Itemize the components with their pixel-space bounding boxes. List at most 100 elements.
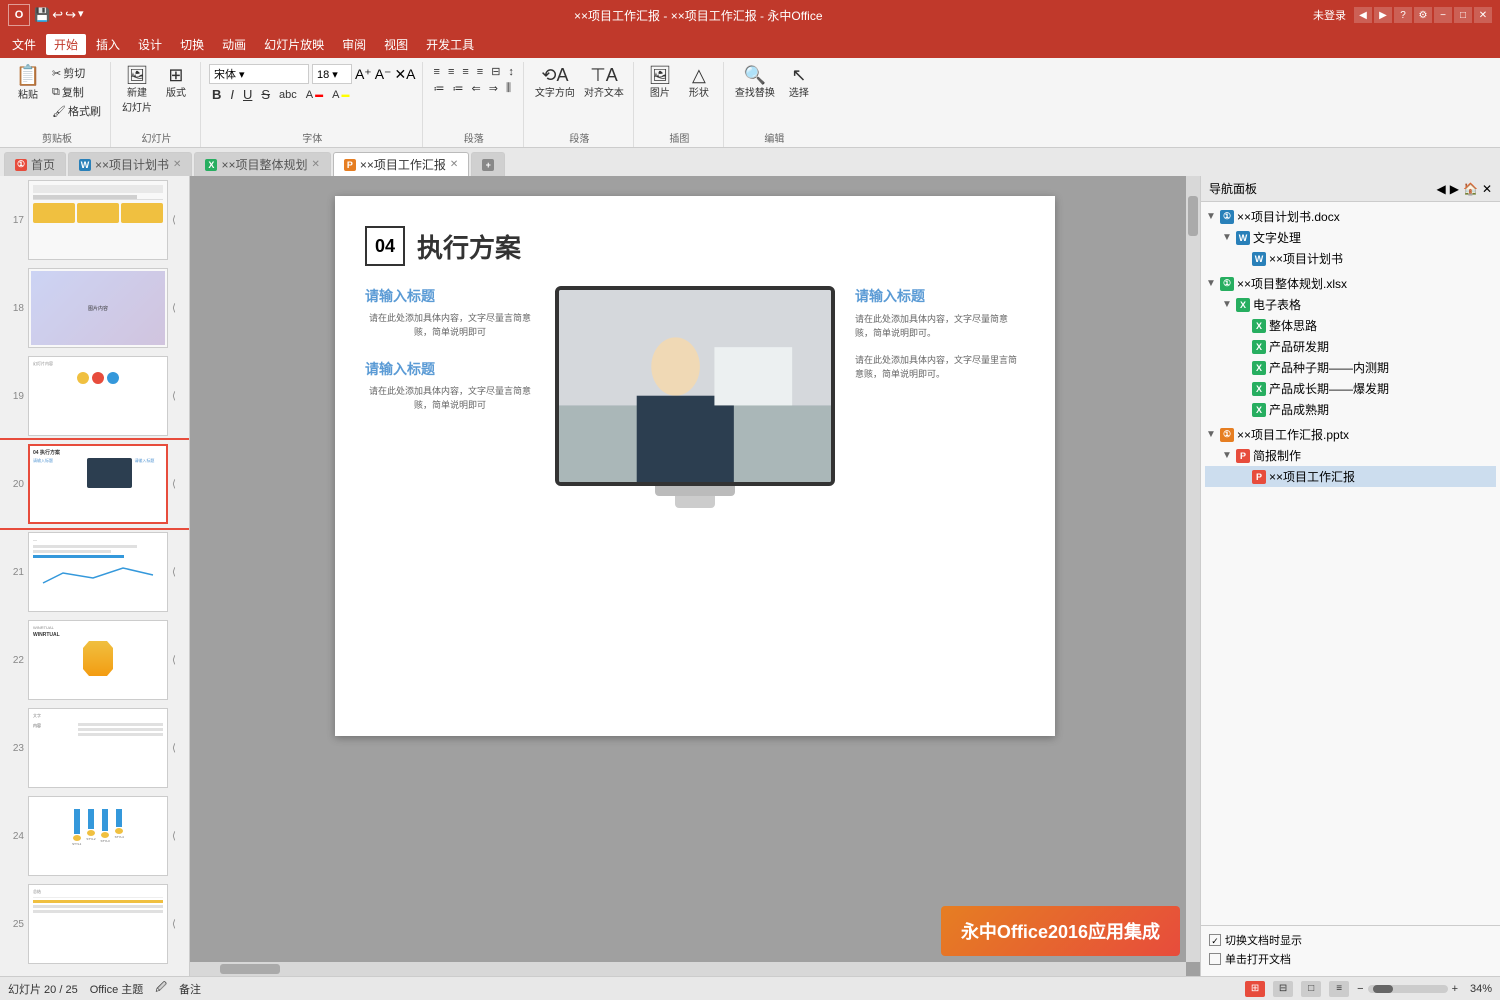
footer-item-2[interactable]: 单击打开文档 (1209, 951, 1492, 967)
tree-item-spreadsheet[interactable]: ▼ X 电子表格 (1205, 294, 1496, 315)
slide-item-17[interactable]: 17 ⟨ (0, 176, 189, 264)
tree-item-presentation[interactable]: ▼ P 简报制作 (1205, 445, 1496, 466)
menu-slideshow[interactable]: 幻灯片放映 (256, 34, 332, 55)
underline-button[interactable]: U (240, 86, 255, 103)
view-grid-btn[interactable]: ⊟ (1273, 981, 1293, 997)
tab-planning[interactable]: W ××项目计划书 ✕ (68, 152, 192, 176)
slide-item-20[interactable]: 20 04 执行方案 请输入标题 请输入标题 ⟨ (0, 440, 189, 528)
expand-docx[interactable]: ▼ (1205, 211, 1217, 222)
annotation-label[interactable]: 备注 (179, 981, 201, 997)
view-normal-btn[interactable]: ⊞ (1245, 981, 1265, 997)
menu-insert[interactable]: 插入 (88, 34, 128, 55)
slide-item-18[interactable]: 18 图片内容 ⟨ (0, 264, 189, 352)
tree-item-docx[interactable]: ▼ ① ××项目计划书.docx (1205, 206, 1496, 227)
tree-item-report[interactable]: P ××项目工作汇报 (1205, 466, 1496, 487)
zoom-out-btn[interactable]: − (1357, 983, 1363, 995)
menu-file[interactable]: 文件 (4, 34, 44, 55)
tree-item-growth[interactable]: X 产品成长期——爆发期 (1205, 378, 1496, 399)
tab-new[interactable]: + (471, 152, 505, 176)
bullet-list[interactable]: ≔ (431, 81, 448, 96)
cut-button[interactable]: ✂剪切 (49, 64, 104, 82)
text-shadow[interactable]: abc (276, 88, 300, 102)
justify[interactable]: ≡ (474, 64, 486, 79)
menu-view[interactable]: 视图 (376, 34, 416, 55)
columns[interactable]: ⫼ (503, 81, 514, 96)
v-scroll-thumb[interactable] (1188, 196, 1198, 236)
menu-developer[interactable]: 开发工具 (418, 34, 482, 55)
menu-design[interactable]: 设计 (130, 34, 170, 55)
align-cols[interactable]: ⊟ (488, 64, 503, 79)
expand-17[interactable]: ⟨ (172, 215, 176, 226)
slide-item-19[interactable]: 19 幻灯片内容 ⟨ (0, 352, 189, 440)
tree-item-xlsx[interactable]: ▼ ① ××项目整体规划.xlsx (1205, 273, 1496, 294)
font-size-increase[interactable]: A⁺ (355, 66, 372, 83)
login-status[interactable]: 未登录 (1313, 7, 1346, 23)
nav-home[interactable]: 🏠 (1463, 182, 1478, 196)
view-reading-btn[interactable]: ≡ (1329, 981, 1349, 997)
font-name-selector[interactable]: 宋体 ▾ (209, 64, 309, 84)
qa-save[interactable]: 💾 (34, 7, 50, 23)
expand-25[interactable]: ⟨ (172, 919, 176, 930)
tab-home[interactable]: ① 首页 (4, 152, 66, 176)
find-replace-button[interactable]: 🔍 查找替换 (732, 64, 778, 101)
horizontal-scrollbar[interactable] (190, 962, 1186, 976)
picture-button[interactable]: 🖼 图片 (642, 64, 678, 101)
tree-item-plan-doc[interactable]: W ××项目计划书 (1205, 248, 1496, 269)
increase-indent[interactable]: ⇒ (486, 81, 501, 96)
copy-button[interactable]: ⧉复制 (49, 83, 104, 101)
tree-item-pptx[interactable]: ▼ ① ××项目工作汇报.pptx (1205, 424, 1496, 445)
font-size-selector[interactable]: 18 ▾ (312, 64, 352, 84)
slide-item-25[interactable]: 25 总结 ⟨ (0, 880, 189, 968)
slide-item-23[interactable]: 23 文字 内容 ⟨ (0, 704, 189, 792)
qa-redo[interactable]: ↪ (65, 7, 76, 23)
expand-18[interactable]: ⟨ (172, 303, 176, 314)
expand-pptx[interactable]: ▼ (1205, 429, 1217, 440)
format-painter-button[interactable]: 🖌格式刷 (49, 102, 104, 120)
tab-close-report[interactable]: ✕ (450, 159, 458, 170)
view-single-btn[interactable]: □ (1301, 981, 1321, 997)
tab-overall[interactable]: X ××项目整体规划 ✕ (194, 152, 330, 176)
tree-item-seed[interactable]: X 产品种子期——内测期 (1205, 357, 1496, 378)
clear-format[interactable]: ✕A (394, 66, 415, 83)
slide-item-21[interactable]: 21 — ⟨ (0, 528, 189, 616)
menu-review[interactable]: 审阅 (334, 34, 374, 55)
align-center[interactable]: ≡ (445, 64, 457, 79)
shape-button[interactable]: △ 形状 (681, 64, 717, 101)
zoom-in-btn[interactable]: + (1452, 983, 1458, 995)
menu-transition[interactable]: 切换 (172, 34, 212, 55)
tree-item-rnd[interactable]: X 产品研发期 (1205, 336, 1496, 357)
tab-close-planning[interactable]: ✕ (173, 159, 181, 170)
slide-item-22[interactable]: 22 WINRTUAL WINRTUAL ⟨ (0, 616, 189, 704)
expand-20[interactable]: ⟨ (172, 479, 176, 490)
minimize-btn[interactable]: − (1434, 7, 1452, 23)
close-btn[interactable]: ✕ (1474, 7, 1492, 23)
text-direction-button[interactable]: ⟲A 文字方向 (532, 64, 578, 101)
help-icon[interactable]: ? (1394, 7, 1412, 23)
expand-spreadsheet[interactable]: ▼ (1221, 299, 1233, 310)
strikethrough-button[interactable]: S (258, 86, 273, 103)
expand-21[interactable]: ⟨ (172, 567, 176, 578)
menu-home[interactable]: 开始 (46, 34, 86, 55)
expand-xlsx[interactable]: ▼ (1205, 278, 1217, 289)
vertical-scrollbar[interactable] (1186, 176, 1200, 962)
line-spacing[interactable]: ↕ (505, 64, 517, 79)
tree-item-mature[interactable]: X 产品成熟期 (1205, 399, 1496, 420)
settings-icon[interactable]: ⚙ (1414, 7, 1432, 23)
tab-report[interactable]: P ××项目工作汇报 ✕ (333, 152, 469, 176)
expand-23[interactable]: ⟨ (172, 743, 176, 754)
expand-word[interactable]: ▼ (1221, 232, 1233, 243)
menu-animation[interactable]: 动画 (214, 34, 254, 55)
slide-item-24[interactable]: 24 STYL1 STYL2 (0, 792, 189, 880)
paste-button[interactable]: 📋 粘贴 (10, 64, 46, 103)
font-color-button[interactable]: A▬ (303, 88, 326, 102)
expand-24[interactable]: ⟨ (172, 831, 176, 842)
decrease-indent[interactable]: ⇐ (469, 81, 484, 96)
align-left[interactable]: ≡ (431, 64, 443, 79)
numbered-list[interactable]: ≔ (450, 81, 467, 96)
highlight-button[interactable]: A▬ (329, 88, 352, 102)
nav-prev[interactable]: ◀ (1437, 182, 1446, 196)
nav-forward[interactable]: ▶ (1374, 7, 1392, 23)
tree-item-idea[interactable]: X 整体思路 (1205, 315, 1496, 336)
expand-22[interactable]: ⟨ (172, 655, 176, 666)
footer-item-1[interactable]: 切换文档时显示 (1209, 932, 1492, 948)
